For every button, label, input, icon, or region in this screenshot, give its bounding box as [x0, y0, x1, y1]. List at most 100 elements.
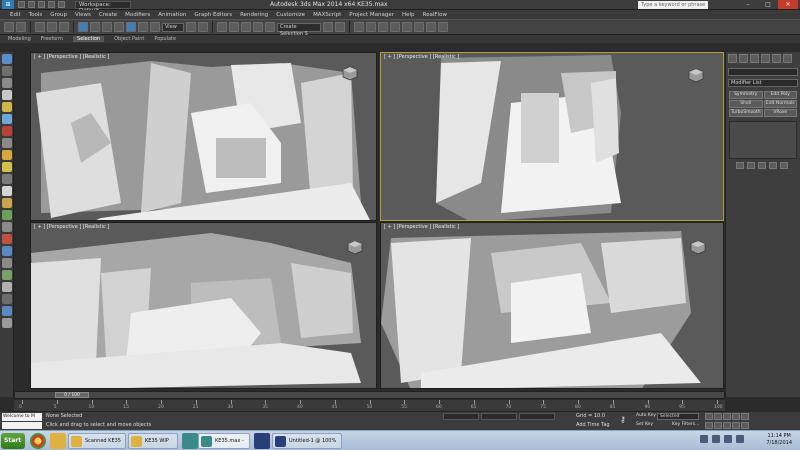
menu-item-graph-editors[interactable]: Graph Editors [194, 12, 232, 18]
utilities-tab-icon[interactable] [783, 54, 792, 63]
menu-item-rendering[interactable]: Rendering [240, 12, 268, 18]
menu-item-realflow[interactable]: RealFlow [423, 12, 447, 18]
edit-named-selection-icon[interactable] [265, 22, 275, 32]
particles-tool-icon[interactable] [2, 174, 12, 184]
modifier-button-symmetry[interactable]: Symmetry [729, 91, 763, 99]
create-tab-icon[interactable] [728, 54, 737, 63]
key-icon[interactable]: ⚷ [620, 415, 632, 425]
curve-editor-icon[interactable] [378, 22, 388, 32]
sun-tool-icon[interactable] [2, 162, 12, 172]
viewport-label[interactable]: [ + ] [Perspective ] [Realistic ] [384, 54, 459, 60]
auto-key-button[interactable]: Auto Key [636, 413, 656, 418]
modify-tab-icon[interactable] [739, 54, 748, 63]
redo-icon[interactable] [58, 1, 65, 8]
key-mode-dropdown[interactable]: Selected [657, 413, 699, 420]
spacewarp-tool-icon[interactable] [2, 138, 12, 148]
orbit-icon[interactable] [732, 422, 740, 429]
save-file-icon[interactable] [38, 1, 45, 8]
3ds-max-icon[interactable] [182, 433, 198, 449]
zoom-all-icon[interactable] [714, 422, 722, 429]
menu-item-animation[interactable]: Animation [158, 12, 186, 18]
menu-item-customize[interactable]: Customize [276, 12, 305, 18]
script-tool-icon[interactable] [2, 306, 12, 316]
percent-snap-icon[interactable] [241, 22, 251, 32]
zoom-icon[interactable] [705, 422, 713, 429]
schematic-view-icon[interactable] [390, 22, 400, 32]
maxscript-input-field[interactable] [2, 422, 42, 429]
menu-item-tools[interactable]: Tools [29, 12, 43, 18]
viewport-bottom-left[interactable]: [ + ] [Perspective ] [Realistic ] [30, 222, 377, 389]
chrome-icon[interactable] [30, 433, 46, 449]
select-rotate-icon[interactable] [138, 22, 148, 32]
display-tab-icon[interactable] [772, 54, 781, 63]
angle-snap-icon[interactable] [229, 22, 239, 32]
window-crossing-icon[interactable] [114, 22, 124, 32]
modifier-button-edit-normals[interactable]: Edit Normals [763, 100, 797, 108]
layer-manager-icon[interactable] [354, 22, 364, 32]
named-selection-set-dropdown[interactable]: Create Selection S [277, 22, 321, 37]
time-slider-thumb[interactable]: 0 / 100 [55, 392, 89, 398]
viewcube-icon[interactable] [341, 65, 359, 81]
viewcube-icon[interactable] [346, 239, 364, 255]
redo-button-icon[interactable] [16, 22, 26, 32]
menu-item-project-manager[interactable]: Project Manager [349, 12, 394, 18]
menu-item-edit[interactable]: Edit [10, 12, 21, 18]
ribbon-tab-freeform[interactable]: Freeform [41, 36, 63, 42]
select-scale-icon[interactable] [150, 22, 160, 32]
snaps-toggle-icon[interactable] [217, 22, 227, 32]
explorer-folder-icon[interactable] [50, 433, 66, 449]
taskbar-item-ke35-max[interactable]: KE35.max - Autode... [198, 433, 250, 449]
ribbon-tab-populate[interactable]: Populate [154, 36, 176, 42]
remove-modifier-icon[interactable] [769, 162, 777, 169]
modifier-button-vroxe[interactable]: VRoxe [763, 109, 797, 117]
go-to-start-icon[interactable] [705, 413, 713, 420]
modifier-button-shell[interactable]: Shell [729, 100, 763, 108]
maxscript-listener-field[interactable]: Welcome to M [2, 413, 42, 421]
select-by-name-icon[interactable] [90, 22, 100, 32]
viewport-label[interactable]: [ + ] [Perspective ] [Realistic ] [34, 224, 109, 230]
add-time-tag-button[interactable]: Add Time Tag [576, 422, 610, 428]
camera-tool-icon[interactable] [2, 114, 12, 124]
reference-coordinate-dropdown[interactable]: View [162, 22, 184, 32]
water-tool-icon[interactable] [2, 246, 12, 256]
menu-item-group[interactable]: Group [50, 12, 67, 18]
play-icon[interactable] [723, 413, 731, 420]
object-name-field[interactable] [728, 68, 798, 76]
unlink-icon[interactable] [47, 22, 57, 32]
go-to-end-icon[interactable] [741, 413, 749, 420]
undo-button-icon[interactable] [4, 22, 14, 32]
pivot-center-icon[interactable] [186, 22, 196, 32]
make-unique-icon[interactable] [758, 162, 766, 169]
spinner-snap-icon[interactable] [253, 22, 263, 32]
taskbar-item-ke35-wip[interactable]: KE35 WIP [128, 433, 178, 449]
grid-tool-icon[interactable] [2, 66, 12, 76]
taskbar-clock[interactable]: 11:14 PM 7/18/2014 [766, 433, 792, 447]
taskbar-item-photoshop[interactable]: Untitled-1 @ 100% (L... [272, 433, 342, 449]
window-tool-icon[interactable] [2, 294, 12, 304]
wall-tool-icon[interactable] [2, 282, 12, 292]
foliage-tool-icon[interactable] [2, 210, 12, 220]
rendered-frame-window-icon[interactable] [426, 22, 436, 32]
selection-region-icon[interactable] [102, 22, 112, 32]
sphere-tool-icon[interactable] [2, 90, 12, 100]
configure-modifier-sets-icon[interactable] [780, 162, 788, 169]
box-tool-icon[interactable] [2, 78, 12, 88]
ribbon-tab-selection[interactable]: Selection [73, 36, 105, 42]
hierarchy-tab-icon[interactable] [750, 54, 759, 63]
motion-tab-icon[interactable] [761, 54, 770, 63]
viewport-label[interactable]: [ + ] [Perspective ] [Realistic ] [34, 54, 109, 60]
next-frame-icon[interactable] [732, 413, 740, 420]
timeline-ruler[interactable]: 0 5 10 15 20 25 30 35 40 45 50 55 60 65 70 75 80 85 90 95 10… [14, 400, 725, 412]
photoshop-icon[interactable] [254, 433, 270, 449]
maximize-button[interactable]: □ [758, 0, 778, 9]
time-slider[interactable]: 0 / 100 [14, 391, 725, 399]
menu-item-create[interactable]: Create [99, 12, 117, 18]
modifier-stack[interactable] [729, 121, 797, 159]
flag-icon[interactable] [724, 435, 732, 443]
mirror-icon[interactable] [323, 22, 333, 32]
modifier-list-dropdown[interactable]: Modifier List [728, 79, 798, 87]
close-button[interactable]: ✕ [778, 0, 798, 9]
battery-icon[interactable] [736, 435, 744, 443]
viewport-top-right[interactable]: [ + ] [Perspective ] [Realistic ] [380, 52, 724, 221]
set-key-button[interactable]: Set Key [636, 422, 653, 427]
